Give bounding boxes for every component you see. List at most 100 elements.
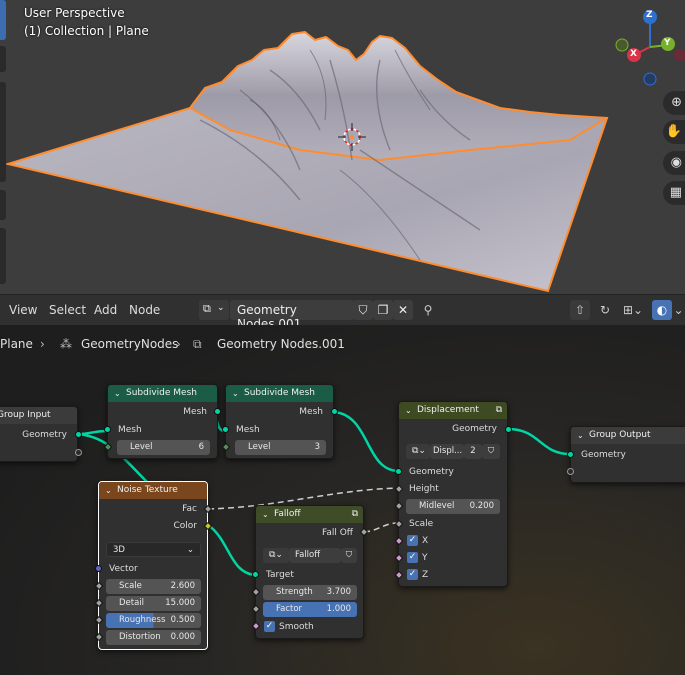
node-editor-canvas[interactable]: Plane › ⁂ GeometryNodes › ⧉ Geometry Nod… — [0, 325, 685, 675]
subdivide-mesh-node-2[interactable]: ⌄ Subdivide Mesh Mesh Mesh Level 3 — [221, 384, 338, 459]
toolbar-tool-group[interactable] — [0, 82, 6, 182]
geometry-output-socket[interactable] — [505, 426, 512, 433]
smooth-checkbox[interactable]: ✓ Smooth — [256, 619, 363, 635]
node-tree-icon: ⧉⌄ — [412, 446, 426, 456]
toolbar-select-tool[interactable] — [0, 0, 6, 40]
chevron-down-icon[interactable]: ⌄ — [114, 385, 121, 402]
displacement-geometry-input: Geometry — [409, 467, 454, 477]
menu-select[interactable]: Select — [49, 303, 86, 317]
chevron-down-icon: ⌄ — [186, 545, 194, 555]
checkmark-icon: ✓ — [407, 535, 418, 546]
falloff-target-input: Target — [266, 570, 294, 580]
geometry-input-socket[interactable] — [567, 451, 574, 458]
chevron-down-icon[interactable]: ⌄ — [672, 300, 685, 320]
snap-icon[interactable]: ↻ — [595, 300, 615, 320]
camera-icon[interactable]: ◉ — [663, 151, 685, 175]
subdivide-mesh-2-mesh-output: Mesh — [299, 407, 323, 417]
nodetree-browse-button[interactable]: ⧉ ⌄ — [199, 300, 229, 320]
displacement-node[interactable]: ⌄ Displacement ⧉ Geometry ⧉⌄ Displ... 2 ⛉ … — [394, 401, 512, 587]
pin-icon[interactable]: ⚲ — [418, 300, 438, 320]
group-input-geometry-output: Geometry — [22, 430, 67, 440]
level-field[interactable]: Level 3 — [235, 440, 326, 455]
duplicate-icon[interactable]: ❐ — [373, 300, 393, 320]
group-output-node[interactable]: ⌄ Group Output Geometry — [567, 426, 685, 483]
z-label: Z — [422, 570, 429, 580]
factor-field[interactable]: Factor 1.000 — [263, 602, 357, 617]
users-count[interactable]: 2 — [464, 444, 482, 459]
distortion-field[interactable]: Distortion 0.000 — [106, 630, 201, 645]
falloff-group-name[interactable]: Falloff — [289, 548, 341, 563]
fake-user-shield-icon[interactable]: ⛉ — [482, 444, 500, 459]
displacement-scale-input: Scale — [409, 519, 434, 529]
nodetree-name-field[interactable]: Geometry Nodes.001 — [230, 300, 354, 331]
gizmo-x-label[interactable]: X — [630, 49, 637, 59]
vector-input-socket[interactable] — [95, 565, 102, 572]
empty-output-socket[interactable] — [75, 449, 82, 456]
group-input-node[interactable]: Group Input Geometry — [0, 406, 82, 462]
dimension-dropdown[interactable]: 3D ⌄ — [106, 542, 201, 557]
detail-field[interactable]: Detail 15.000 — [106, 596, 201, 611]
geometry-output-socket[interactable] — [75, 431, 82, 438]
displacement-height-input: Height — [409, 484, 439, 494]
overlay-icon[interactable]: ◐ — [652, 300, 672, 320]
fake-user-shield-icon[interactable]: ⛉ — [341, 548, 357, 563]
scale-label: Scale — [119, 581, 142, 591]
group-browse-button[interactable]: ⧉⌄ — [406, 444, 430, 459]
subdivide-mesh-1-mesh-input: Mesh — [118, 425, 142, 435]
strength-value: 3.700 — [326, 587, 351, 597]
level-value: 6 — [198, 442, 204, 452]
hand-icon[interactable]: ✋ — [663, 120, 685, 144]
roughness-field[interactable]: Roughness 0.500 — [106, 613, 201, 628]
scale-field[interactable]: Scale 2.600 — [106, 579, 201, 594]
menu-add[interactable]: Add — [94, 303, 117, 317]
geometry-input-socket[interactable] — [395, 468, 402, 475]
level-field[interactable]: Level 6 — [117, 440, 210, 455]
chevron-down-icon: ⌄ — [217, 303, 225, 313]
midlevel-label: Midlevel — [419, 501, 455, 511]
menu-node[interactable]: Node — [129, 303, 160, 317]
mesh-input-socket[interactable] — [104, 426, 111, 433]
displacement-title: Displacement — [417, 405, 479, 415]
subdivide-mesh-node-1[interactable]: ⌄ Subdivide Mesh Mesh Mesh Level 6 — [103, 384, 221, 459]
toolbar-tool[interactable] — [0, 190, 6, 220]
target-input-socket[interactable] — [252, 571, 259, 578]
strength-field[interactable]: Strength 3.700 — [263, 585, 357, 600]
mesh-input-socket[interactable] — [222, 426, 229, 433]
gizmo-z-label[interactable]: Z — [646, 10, 653, 20]
displacement-group-name[interactable]: Displ... — [430, 444, 464, 459]
x-checkbox[interactable]: ✓ X — [399, 533, 507, 549]
toolbar-tool[interactable] — [0, 46, 6, 72]
grid-icon[interactable]: ▦ — [663, 181, 685, 205]
node-group-icon[interactable]: ⧉ — [352, 506, 358, 523]
node-group-icon[interactable]: ⧉ — [496, 402, 502, 419]
falloff-node[interactable]: ⌄ Falloff ⧉ Fall Off ⧉⌄ Falloff ⛉ Target S… — [251, 505, 369, 639]
parent-nodetree-icon[interactable]: ⇧ — [570, 300, 590, 320]
level-label: Level — [248, 442, 271, 452]
fake-user-shield-icon[interactable]: ⛉ — [353, 300, 373, 320]
chevron-down-icon[interactable]: ⌄ — [405, 402, 412, 419]
noise-texture-title: Noise Texture — [117, 485, 178, 495]
noise-texture-node[interactable]: ⌄ Noise Texture Fac Color 3D ⌄ Vector Sca… — [94, 481, 213, 650]
roughness-value: 0.500 — [170, 615, 195, 625]
mesh-output-socket[interactable] — [214, 408, 221, 415]
chevron-down-icon[interactable]: ⌄ — [262, 506, 269, 523]
toolbar-tool[interactable] — [0, 228, 6, 284]
group-output-geometry-input: Geometry — [581, 450, 626, 460]
chevron-down-icon[interactable]: ⌄ — [232, 385, 239, 402]
zoom-icon[interactable]: ⊕ — [663, 91, 685, 115]
y-label: Y — [422, 553, 428, 563]
y-checkbox[interactable]: ✓ Y — [399, 550, 507, 566]
mesh-output-socket[interactable] — [331, 408, 338, 415]
gizmo-y-label[interactable]: Y — [664, 38, 671, 48]
midlevel-field[interactable]: Midlevel 0.200 — [406, 499, 500, 514]
chevron-down-icon[interactable]: ⌄ — [105, 482, 112, 499]
chevron-down-icon[interactable]: ⌄ — [577, 427, 584, 444]
z-checkbox[interactable]: ✓ Z — [399, 567, 507, 583]
snap-increment-icon[interactable]: ⊞⌄ — [619, 300, 647, 320]
group-input-title: Group Input — [0, 407, 77, 424]
3d-viewport[interactable]: Z Y X User Perspective (1) Collection | … — [0, 0, 685, 294]
group-browse-button[interactable]: ⧉⌄ — [263, 548, 289, 563]
menu-view[interactable]: View — [9, 303, 37, 317]
close-icon[interactable]: ✕ — [393, 300, 413, 320]
empty-input-socket[interactable] — [567, 468, 574, 475]
